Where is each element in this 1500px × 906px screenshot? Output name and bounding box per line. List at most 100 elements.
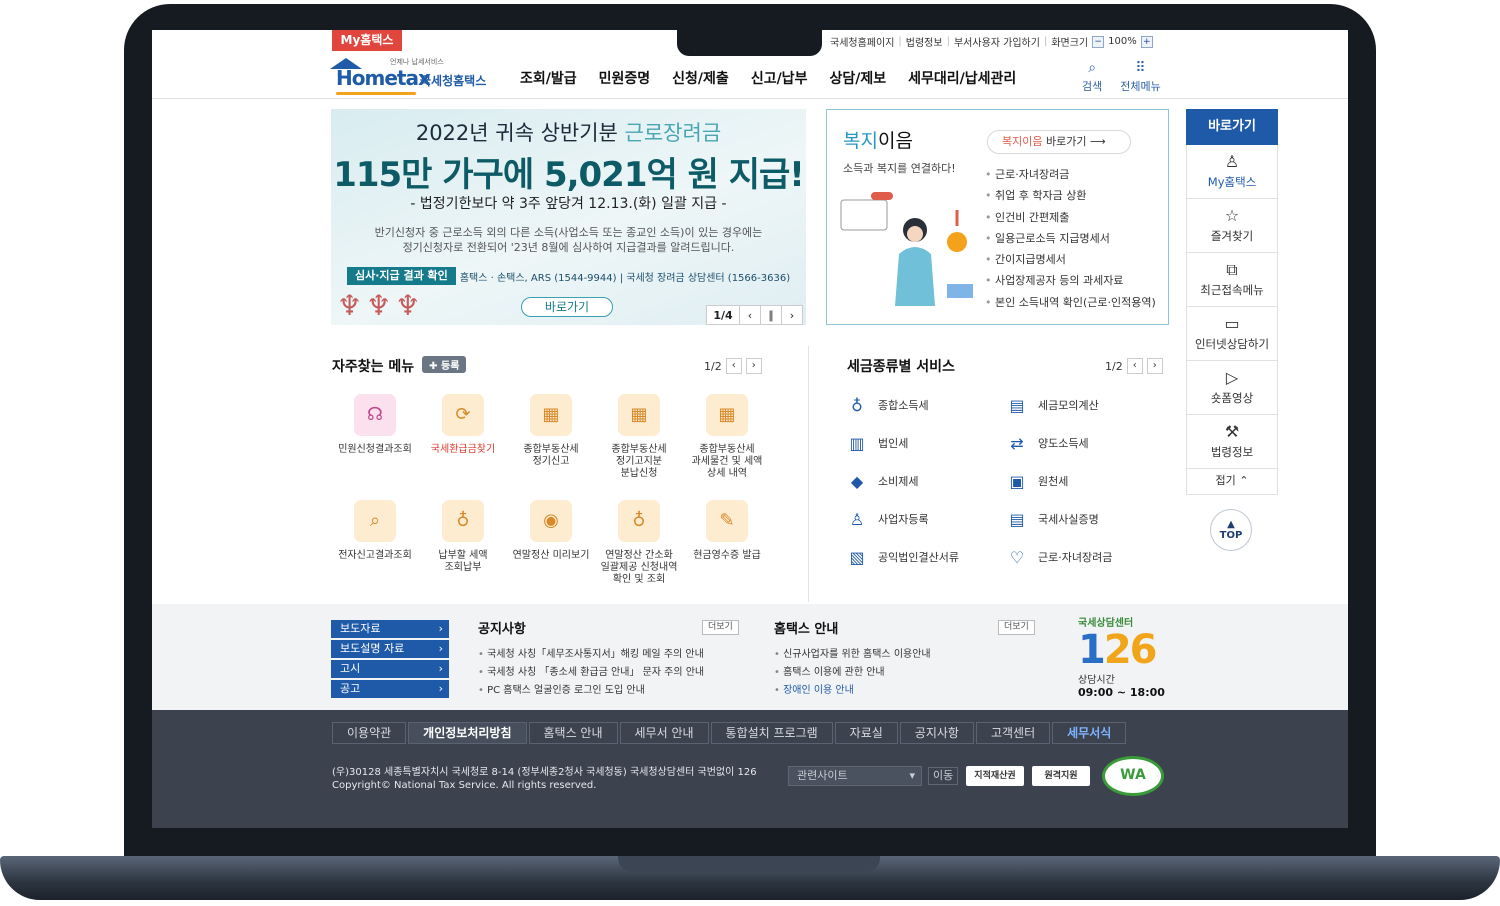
quick-fold-button[interactable]: 접기 ⌃ bbox=[1186, 469, 1278, 495]
guide-more-button[interactable]: 더보기 bbox=[998, 620, 1035, 635]
footer-link[interactable]: 이용약관 bbox=[332, 722, 407, 744]
banner-pause-button[interactable]: ∥ bbox=[760, 305, 782, 325]
gnb-item[interactable]: 조회/발급 bbox=[520, 68, 577, 88]
zoom-out-button[interactable]: − bbox=[1092, 35, 1105, 48]
freq-register-button[interactable]: ✚ 등록 bbox=[422, 356, 467, 373]
welfare-item[interactable]: 간이지급명세서 bbox=[985, 249, 1156, 270]
freq-item[interactable]: ▦ 종합부동산세 정기신고 bbox=[507, 394, 595, 490]
refund-icon: ⟳ bbox=[442, 394, 484, 436]
footer-link[interactable]: 통합설치 프로그램 bbox=[710, 722, 833, 744]
tax-pager: 1/2 ‹ › bbox=[1105, 358, 1163, 374]
link-dept-signup[interactable]: 부서사용자 가입하기 bbox=[954, 34, 1040, 49]
tax-item[interactable]: ▤ 세금모의계산 bbox=[1006, 394, 1166, 416]
welfare-item[interactable]: 사업장제공자 등의 과세자료 bbox=[985, 270, 1156, 291]
top-button[interactable]: ▲ TOP bbox=[1210, 509, 1252, 551]
tax-prev-button[interactable]: ‹ bbox=[1126, 358, 1143, 374]
gnb-item[interactable]: 세무대리/납세관리 bbox=[908, 68, 1016, 88]
notice-item[interactable]: 국세청 사칭 「종소세 환급금 안내」 문자 주의 안내 bbox=[478, 664, 704, 682]
global-nav: 조회/발급 민원증명 신청/제출 신고/납부 상담/제보 세무대리/납세관리 bbox=[520, 68, 1016, 88]
press-link[interactable]: 고시 bbox=[331, 660, 449, 678]
guide-item[interactable]: 홈택스 이용에 관한 안내 bbox=[774, 664, 931, 682]
link-law-info[interactable]: 법령정보 bbox=[906, 34, 943, 49]
tax-item[interactable]: ▣ 원천세 bbox=[1006, 470, 1166, 492]
freq-item[interactable]: ♁ 연말정산 간소화 일괄제공 신청내역 확인 및 조회 bbox=[595, 500, 683, 596]
footer-link[interactable]: 세무서 안내 bbox=[619, 722, 709, 744]
banner-prev-button[interactable]: ‹ bbox=[739, 305, 761, 325]
welfare-item[interactable]: 본인 소득내역 확인(근로·인적용역) bbox=[985, 292, 1156, 313]
freq-item[interactable]: ✎ 현금영수증 발급 bbox=[683, 500, 771, 596]
banner-next-button[interactable]: › bbox=[781, 305, 803, 325]
related-go-button[interactable]: 이동 bbox=[928, 767, 959, 785]
tax-item[interactable]: ▤ 국세사실증명 bbox=[1006, 508, 1166, 530]
tax-item[interactable]: ♙ 사업자등록 bbox=[846, 508, 1006, 530]
freq-item[interactable]: ◉ 연말정산 미리보기 bbox=[507, 500, 595, 596]
freq-item[interactable]: ☊ 민원신청결과조회 bbox=[331, 394, 419, 490]
quick-law-info[interactable]: ⚒ 법령정보 bbox=[1186, 415, 1278, 469]
notice-item[interactable]: 국세청 사칭「세무조사통지서」해킹 메일 주의 안내 bbox=[478, 646, 704, 664]
freq-prev-button[interactable]: ‹ bbox=[725, 358, 742, 374]
tax-item[interactable]: ♁ 종합소득세 bbox=[846, 394, 1006, 416]
welfare-item[interactable]: 근로·자녀장려금 bbox=[985, 164, 1156, 185]
press-link[interactable]: 보도자료 bbox=[331, 620, 449, 638]
my-hometax-tab[interactable]: My홈택스 bbox=[332, 30, 402, 51]
freq-item[interactable]: ⌕ 전자신고결과조회 bbox=[331, 500, 419, 596]
banner-tag: 심사·지급 결과 확인 bbox=[347, 267, 456, 285]
related-sites-select[interactable]: 관련사이트 bbox=[788, 766, 922, 786]
chevron-up-icon: ⌃ bbox=[1239, 474, 1249, 487]
quick-favorites[interactable]: ☆ 즐겨찾기 bbox=[1186, 199, 1278, 253]
freq-item[interactable]: ▦ 종합부동산세 정기고지분 분납신청 bbox=[595, 394, 683, 490]
tax-item[interactable]: ⇄ 양도소득세 bbox=[1006, 432, 1166, 454]
notice-more-button[interactable]: 더보기 bbox=[702, 620, 739, 635]
notice-item[interactable]: PC 홈택스 얼굴인증 로그인 도입 안내 bbox=[478, 682, 704, 700]
quick-shortform-video[interactable]: ▷ 숏폼영상 bbox=[1186, 361, 1278, 415]
calendar-icon: ▦ bbox=[618, 394, 660, 436]
gnb-item[interactable]: 상담/제보 bbox=[829, 68, 886, 88]
banner-go-button[interactable]: 바로가기 bbox=[521, 297, 613, 317]
footer-link[interactable]: 세무서식 bbox=[1052, 722, 1127, 744]
footer-link[interactable]: 공지사항 bbox=[899, 722, 974, 744]
quick-menu-head: 바로가기 bbox=[1186, 109, 1278, 145]
gnb-item[interactable]: 신고/납부 bbox=[751, 68, 808, 88]
welfare-item[interactable]: 일용근로소득 지급명세서 bbox=[985, 228, 1156, 249]
main-banner[interactable]: 2022년 귀속 상반기분 근로장려금 115만 가구에 5,021억 원 지급… bbox=[331, 109, 806, 325]
zoom-level: 100% bbox=[1108, 36, 1137, 47]
freq-item[interactable]: ⟳ 국세환급금찾기 bbox=[419, 394, 507, 490]
guide-list: 신규사업자를 위한 홈택스 이용안내 홈택스 이용에 관한 안내 장애인 이용 … bbox=[774, 646, 931, 700]
footer-link[interactable]: 홈택스 안내 bbox=[528, 722, 618, 744]
call-center-hours: 09:00 ~ 18:00 bbox=[1078, 686, 1165, 699]
press-link[interactable]: 공고 bbox=[331, 680, 449, 698]
footer-link[interactable]: 고객센터 bbox=[975, 722, 1051, 744]
footer-link[interactable]: 자료실 bbox=[834, 722, 898, 744]
guide-item[interactable]: 신규사업자를 위한 홈택스 이용안내 bbox=[774, 646, 931, 664]
freq-item[interactable]: ▦ 종합부동산세 과세물건 및 세액 상세 내역 bbox=[683, 394, 771, 490]
freq-next-button[interactable]: › bbox=[745, 358, 762, 374]
gnb-item[interactable]: 신청/제출 bbox=[672, 68, 729, 88]
search-button[interactable]: ⌕ 검색 bbox=[1082, 60, 1102, 94]
ip-badge[interactable]: 지적재산권 bbox=[966, 766, 1024, 786]
welfare-item[interactable]: 취업 후 학자금 상환 bbox=[985, 185, 1156, 206]
quick-my-hometax[interactable]: ♙ My홈택스 bbox=[1186, 145, 1278, 199]
quick-recent-menu[interactable]: ⧉ 최근접속메뉴 bbox=[1186, 253, 1278, 307]
all-menu-button[interactable]: ⠿ 전체메뉴 bbox=[1120, 60, 1160, 94]
welfare-item[interactable]: 인건비 간편제출 bbox=[985, 207, 1156, 228]
banner-page: 1/4 bbox=[706, 305, 740, 325]
remote-support-button[interactable]: 원격지원 bbox=[1032, 766, 1090, 786]
freq-item[interactable]: ♁ 납부할 세액 조회납부 bbox=[419, 500, 507, 596]
tax-item[interactable]: ▧ 공익법인결산서류 bbox=[846, 546, 1006, 568]
tax-next-button[interactable]: › bbox=[1146, 358, 1163, 374]
hometax-logo[interactable]: 언제나 납세서비스 Hometax 국세청홈택스 bbox=[330, 54, 490, 98]
guide-item[interactable]: 장애인 이용 안내 bbox=[774, 682, 931, 700]
link-nts-home[interactable]: 국세청홈페이지 bbox=[830, 34, 894, 49]
tax-item[interactable]: ◆ 소비제세 bbox=[846, 470, 1006, 492]
tax-item[interactable]: ▥ 법인세 bbox=[846, 432, 1006, 454]
screen: My홈택스 국세청홈페이지 | 법령정보 | 부서사용자 가입하기 | 화면크기 − … bbox=[152, 30, 1348, 828]
tax-page: 1/2 bbox=[1105, 359, 1123, 373]
press-link[interactable]: 보도설명 자료 bbox=[331, 640, 449, 658]
quick-internet-counsel[interactable]: ▭ 인터넷상담하기 bbox=[1186, 307, 1278, 361]
welfare-go-button[interactable]: 복지이음 바로가기 ⟶ bbox=[987, 130, 1131, 154]
footer-link[interactable]: 개인정보처리방침 bbox=[408, 722, 527, 744]
tax-service-title: 세금종류별 서비스 bbox=[847, 359, 955, 375]
gnb-item[interactable]: 민원증명 bbox=[599, 68, 651, 88]
zoom-in-button[interactable]: + bbox=[1140, 35, 1153, 48]
tax-item[interactable]: ♡ 근로·자녀장려금 bbox=[1006, 546, 1166, 568]
